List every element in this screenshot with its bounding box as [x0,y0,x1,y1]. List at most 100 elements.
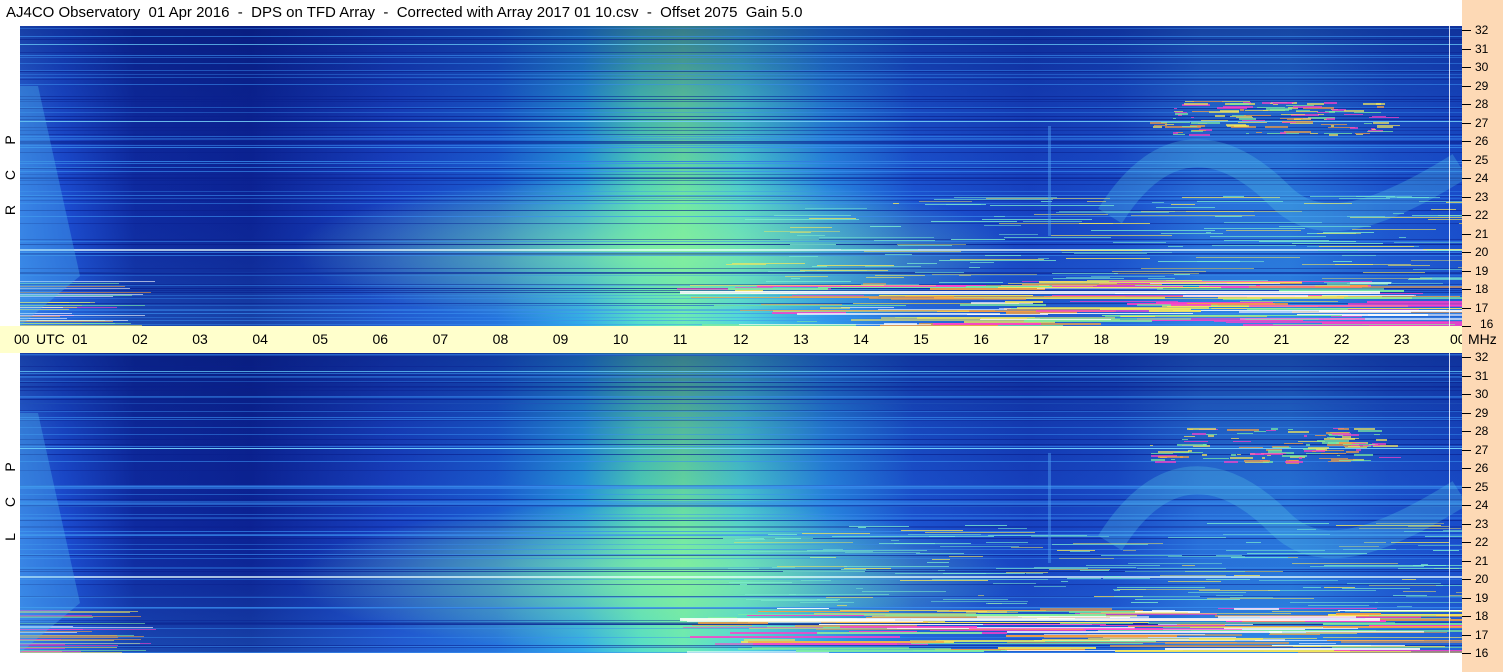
speckle-line [1413,565,1462,566]
utc-tick-label: 12 [733,331,749,347]
storm-burst [1307,103,1324,105]
freq-tick-mark [1462,141,1471,142]
speckle-line [1206,579,1250,580]
speckle-line [1067,578,1101,579]
storm-burst [1217,107,1247,109]
freq-tick-mark [1462,579,1471,580]
speckle-line [874,240,935,241]
speckle-line [1160,575,1226,576]
speckle-line [1008,283,1117,284]
storm-burst [1184,103,1208,105]
speckle-line [810,557,835,558]
freq-tick-mark [1462,376,1471,377]
noise-streak [20,366,1462,367]
speckle-line [1403,591,1436,592]
interference-band [1245,319,1319,320]
utc-tick-label: 03 [192,331,208,347]
noise-streak [20,210,1462,211]
speckle-line [999,234,1038,235]
speckle-line [1031,536,1109,537]
noise-streak [20,386,1462,387]
interference-band [20,651,81,652]
storm-burst [1310,133,1318,134]
speckle-line [800,270,888,271]
carrier-line [20,448,1462,449]
noise-streak [20,134,1462,135]
freq-tick-label: 25 [1475,480,1489,494]
speckle-line [916,553,964,554]
noise-streak [20,136,1462,137]
storm-burst [1165,124,1174,125]
speckle-line [996,568,1088,569]
utc-tick-label: 13 [793,331,809,347]
speckle-line [1394,242,1462,243]
noise-streak [20,273,1462,274]
storm-burst [1203,458,1229,459]
storm-burst [1377,106,1384,108]
speckle-line [728,568,759,569]
freq-tick-mark [1462,394,1471,395]
lcp-spectrogram [20,353,1462,653]
noise-streak [20,195,1462,196]
noise-streak [20,376,1462,377]
storm-burst [1231,438,1239,439]
noise-streak [20,145,1462,146]
interference-band [1102,315,1342,316]
speckle-line [1433,550,1459,551]
storm-burst [1337,455,1340,456]
speckle-line [1087,280,1202,281]
speckle-line [1131,215,1255,216]
speckle-line [1398,568,1462,569]
speckle-line [801,580,831,581]
interference-band [1270,633,1357,634]
utc-tick-label: 17 [1033,331,1049,347]
interference-band [1007,631,1282,633]
noise-streak [20,223,1462,224]
storm-burst [1356,134,1363,135]
noise-streak [20,191,1462,192]
speckle-line [1123,550,1136,551]
storm-burst [1230,116,1252,117]
freq-tick-mark [1462,215,1471,216]
storm-burst [1155,461,1176,463]
utc-tick-label: 19 [1153,331,1170,347]
speckle-line [943,599,1008,600]
storm-burst [1257,107,1285,108]
interference-band [1306,632,1447,633]
speckle-line [1260,285,1350,286]
speckle-line [1290,602,1378,603]
speckle-line [1412,215,1462,216]
speckle-line [790,232,811,233]
carrier-line [20,121,1462,122]
storm-burst [1285,461,1303,463]
freq-tick-label: 32 [1475,350,1489,364]
storm-burst [1324,133,1352,134]
interference-band [1344,297,1462,299]
speckle-line [761,600,838,601]
speckle-line [774,215,851,216]
noise-streak [20,275,1462,276]
speckle-line [885,254,912,255]
interference-band [1240,301,1338,302]
speckle-line [1206,232,1211,233]
speckle-line [1051,235,1172,236]
interference-band [933,323,1041,325]
storm-burst [1288,431,1309,433]
storm-burst [1312,451,1316,452]
freq-tick-mark [1462,487,1471,488]
freq-tick-label: 27 [1475,443,1489,457]
noise-streak [20,470,1462,471]
noise-streak [20,36,1462,37]
interference-band [1115,650,1350,652]
speckle-line [895,573,986,574]
speckle-line [849,526,909,527]
noise-streak [20,141,1462,142]
storm-burst [1184,441,1208,442]
speckle-line [988,535,1087,536]
interference-band [739,324,931,325]
speckle-line [1006,572,1048,573]
noise-streak [20,520,1462,521]
storm-burst [1373,122,1389,124]
speckle-line [1103,578,1150,579]
storm-burst [1328,461,1351,462]
